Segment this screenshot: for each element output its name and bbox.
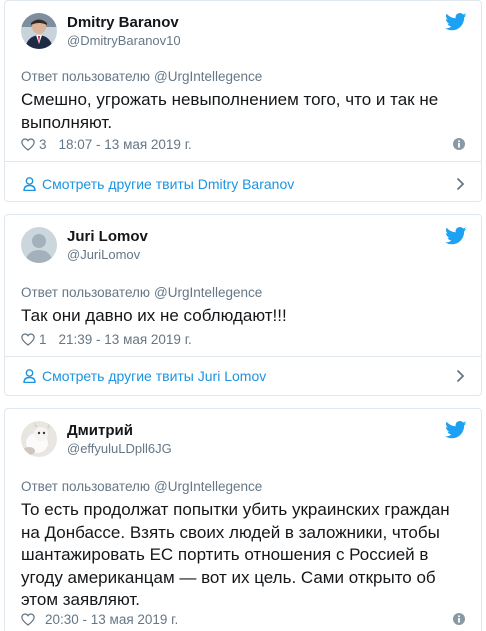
tweet-header: Дмитрий @effyuluLDpll6JG <box>5 409 481 467</box>
avatar[interactable] <box>21 421 57 457</box>
author-name[interactable]: Дмитрий <box>67 422 133 439</box>
twitter-bird-icon[interactable] <box>445 13 467 31</box>
author-handle[interactable]: @effyuluLDpll6JG <box>67 441 172 456</box>
info-icon[interactable] <box>453 613 465 625</box>
chevron-right-icon[interactable] <box>456 369 465 383</box>
info-icon[interactable] <box>453 138 465 150</box>
more-tweets-label[interactable]: Смотреть другие твиты Dmitry Baranov <box>42 176 294 192</box>
tweet-card-1: Dmitry Baranov @DmitryBaranov10 Ответ по… <box>4 0 482 202</box>
reply-context: Ответ пользователю @UrgIntellegence <box>21 69 262 84</box>
reply-to-handle[interactable]: @UrgIntellegence <box>154 479 262 494</box>
more-tweets-label[interactable]: Смотреть другие твиты Juri Lomov <box>42 368 266 384</box>
chevron-right-icon[interactable] <box>456 177 465 191</box>
twitter-bird-icon[interactable] <box>445 421 467 439</box>
author-handle[interactable]: @JuriLomov <box>67 247 140 262</box>
tweet-header: Dmitry Baranov @DmitryBaranov10 <box>5 1 481 59</box>
more-tweets-link[interactable]: Смотреть другие твиты Dmitry Baranov <box>5 162 481 206</box>
tweet-meta: 20:30 - 13 мая 2019 г. <box>21 610 467 628</box>
author-handle[interactable]: @DmitryBaranov10 <box>67 33 181 48</box>
more-tweets-link[interactable]: Смотреть другие твиты Juri Lomov <box>5 357 481 395</box>
avatar[interactable] <box>21 227 57 263</box>
reply-prefix: Ответ пользователю <box>21 69 151 84</box>
tweet-text: Так они давно их не соблюдают!!! <box>21 306 287 325</box>
tweet-meta: 1 21:39 - 13 мая 2019 г. <box>21 330 467 348</box>
tweet-card-3: Дмитрий @effyuluLDpll6JG Ответ пользоват… <box>4 408 482 631</box>
reply-context: Ответ пользователю @UrgIntellegence <box>21 285 262 300</box>
author-name[interactable]: Juri Lomov <box>67 228 148 245</box>
avatar[interactable] <box>21 13 57 49</box>
timestamp[interactable]: 21:39 - 13 мая 2019 г. <box>59 332 192 347</box>
like-count: 3 <box>39 136 47 152</box>
reply-context: Ответ пользователю @UrgIntellegence <box>21 479 262 494</box>
heart-icon[interactable] <box>21 612 35 626</box>
user-icon <box>23 369 36 383</box>
reply-to-handle[interactable]: @UrgIntellegence <box>154 69 262 84</box>
tweet-header: Juri Lomov @JuriLomov <box>5 215 481 273</box>
tweet-text: Смешно, угрожать невыполнением того, что… <box>21 90 439 132</box>
reply-prefix: Ответ пользователю <box>21 285 151 300</box>
reply-prefix: Ответ пользователю <box>21 479 151 494</box>
timestamp[interactable]: 18:07 - 13 мая 2019 г. <box>59 137 192 152</box>
author-name[interactable]: Dmitry Baranov <box>67 14 179 31</box>
reply-to-handle[interactable]: @UrgIntellegence <box>154 285 262 300</box>
user-icon <box>23 177 36 191</box>
heart-icon[interactable] <box>21 137 35 151</box>
tweet-meta: 3 18:07 - 13 мая 2019 г. <box>21 135 467 153</box>
heart-icon[interactable] <box>21 332 35 346</box>
like-count: 1 <box>39 331 47 347</box>
tweet-text: То есть продолжат попытки убить украинск… <box>21 500 450 609</box>
twitter-bird-icon[interactable] <box>445 227 467 245</box>
timestamp[interactable]: 20:30 - 13 мая 2019 г. <box>45 612 178 627</box>
tweet-card-2: Juri Lomov @JuriLomov Ответ пользователю… <box>4 214 482 396</box>
